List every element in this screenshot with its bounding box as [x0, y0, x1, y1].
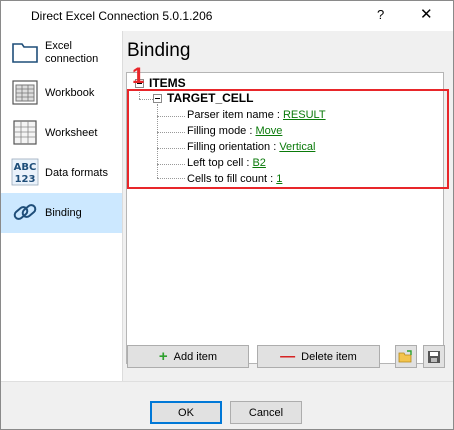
- title-bar: Direct Excel Connection 5.0.1.206 ? ✕: [1, 1, 453, 31]
- tree-root-label[interactable]: ITEMS: [149, 76, 186, 90]
- cancel-button[interactable]: Cancel: [230, 401, 302, 424]
- save-button[interactable]: [423, 345, 445, 368]
- floppy-disk-icon: [428, 350, 440, 363]
- help-button[interactable]: ?: [377, 7, 384, 22]
- workbook-icon: [12, 80, 38, 105]
- open-folder-icon: [398, 349, 412, 362]
- window-title: Direct Excel Connection 5.0.1.206: [31, 9, 213, 23]
- sidebar-item-label: Binding: [45, 206, 82, 219]
- delete-item-button[interactable]: — Delete item: [257, 345, 380, 368]
- sidebar-item-excel-connection[interactable]: Excel connection: [1, 33, 122, 73]
- plus-icon: +: [158, 348, 168, 365]
- worksheet-icon: [13, 120, 37, 145]
- abc-123-icon: ABC 123: [11, 158, 39, 186]
- chain-link-icon: [13, 204, 37, 220]
- open-button[interactable]: [395, 345, 417, 368]
- page-title: Binding: [127, 40, 191, 61]
- dialog-footer: OK Cancel: [1, 381, 453, 429]
- folder-icon: [12, 43, 38, 63]
- sidebar-item-binding[interactable]: Binding: [1, 193, 122, 233]
- sidebar-item-workbook[interactable]: Workbook: [1, 73, 122, 113]
- svg-text:ABC: ABC: [14, 162, 37, 173]
- dialog-window: Direct Excel Connection 5.0.1.206 ? ✕ Ex…: [0, 0, 454, 430]
- sidebar-item-label: Workbook: [45, 86, 95, 99]
- annotation-number: 1: [132, 63, 145, 88]
- sidebar-item-label: Worksheet: [45, 126, 98, 139]
- annotation-highlight-box: [127, 89, 449, 189]
- svg-text:123: 123: [15, 174, 36, 185]
- main-panel: Binding ITEMS TARGET_CELL Parser item na…: [123, 31, 453, 381]
- add-item-button[interactable]: + Add item: [127, 345, 249, 368]
- sidebar-item-label: Excel connection: [45, 40, 99, 65]
- close-button[interactable]: ✕: [420, 5, 433, 23]
- sidebar-item-data-formats[interactable]: ABC 123 Data formats: [1, 153, 122, 193]
- sidebar: Excel connection Workbook Worksheet ABC …: [1, 31, 123, 381]
- sidebar-item-worksheet[interactable]: Worksheet: [1, 113, 122, 153]
- minus-icon: —: [280, 348, 296, 365]
- ok-button[interactable]: OK: [150, 401, 222, 424]
- sidebar-item-label: Data formats: [45, 166, 108, 179]
